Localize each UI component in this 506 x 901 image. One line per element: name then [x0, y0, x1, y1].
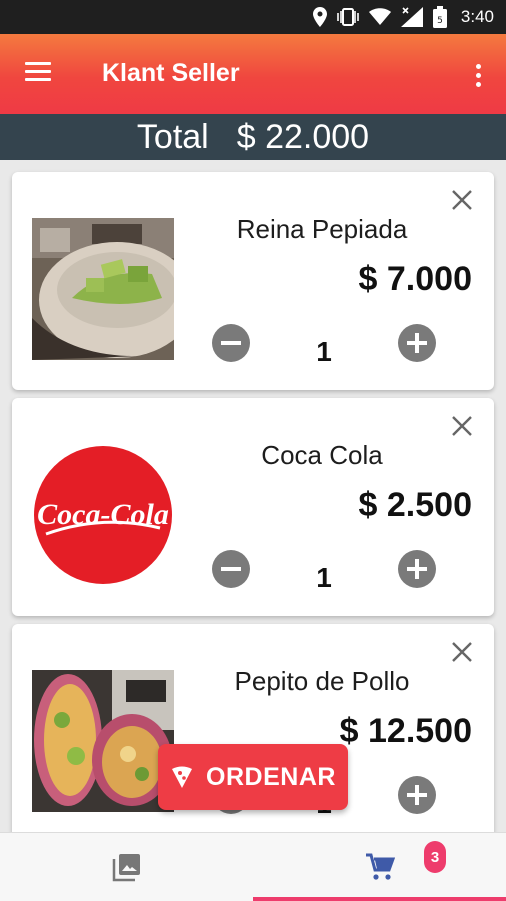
shopping-cart-icon — [365, 853, 395, 880]
plus-circle-icon[interactable] — [398, 550, 436, 588]
item-name: Coca Cola — [261, 440, 383, 470]
item-quantity: 1 — [316, 336, 332, 367]
arepa-photo — [32, 218, 174, 360]
svg-text:5: 5 — [437, 16, 443, 26]
item-price: $ 2.500 — [358, 486, 472, 524]
wifi-icon — [368, 8, 391, 25]
menu-icon[interactable] — [22, 58, 54, 90]
total-label: Total — [136, 117, 209, 156]
plus-circle-icon[interactable] — [398, 324, 436, 362]
close-icon[interactable] — [448, 638, 476, 666]
vibrate-icon — [337, 8, 359, 26]
item-quantity: 1 — [316, 562, 332, 593]
pizza-slice-icon — [172, 766, 193, 788]
status-bar: 5 3:40 — [0, 0, 506, 34]
item-name: Reina Pepiada — [236, 214, 408, 244]
more-options-icon[interactable] — [468, 58, 488, 92]
app-bar: Klant Seller — [0, 34, 506, 114]
active-tab-indicator — [253, 897, 506, 901]
minus-circle-icon[interactable] — [212, 324, 250, 362]
close-icon[interactable] — [448, 186, 476, 214]
wrap-photo — [32, 670, 174, 812]
app-title: Klant Seller — [102, 59, 240, 87]
nav-tab-gallery[interactable] — [0, 833, 253, 901]
cart-list[interactable]: Reina Pepiada $ 7.000 1 Coca-Cola Coca C… — [0, 160, 506, 832]
plus-circle-icon[interactable] — [398, 776, 436, 814]
order-button[interactable]: ORDENAR — [158, 744, 348, 810]
status-icons: 5 3:40 — [312, 0, 494, 34]
nav-tab-cart[interactable] — [253, 833, 506, 901]
minus-circle-icon[interactable] — [212, 550, 250, 588]
battery-icon: 5 — [432, 6, 447, 28]
cart-item: Coca-Cola Coca Cola $ 2.500 1 — [12, 398, 494, 616]
total-value: $ 22.000 — [236, 117, 370, 156]
location-icon — [312, 7, 327, 27]
signal-icon — [400, 7, 423, 27]
photo-library-icon — [112, 854, 140, 882]
cart-item: Reina Pepiada $ 7.000 1 — [12, 172, 494, 390]
close-icon[interactable] — [448, 412, 476, 440]
coca-cola-logo: Coca-Cola — [32, 444, 174, 586]
item-price: $ 12.500 — [339, 712, 472, 750]
cart-count-badge: 3 — [424, 841, 446, 873]
total-bar: Total $ 22.000 — [0, 114, 506, 160]
item-name: Pepito de Pollo — [234, 666, 410, 696]
order-button-label: ORDENAR — [206, 762, 336, 791]
item-price: $ 7.000 — [358, 260, 472, 298]
clock: 3:40 — [460, 7, 494, 26]
bottom-navigation: 3 — [0, 832, 506, 901]
coca-cola-logo-text: Coca-Cola — [37, 498, 169, 531]
